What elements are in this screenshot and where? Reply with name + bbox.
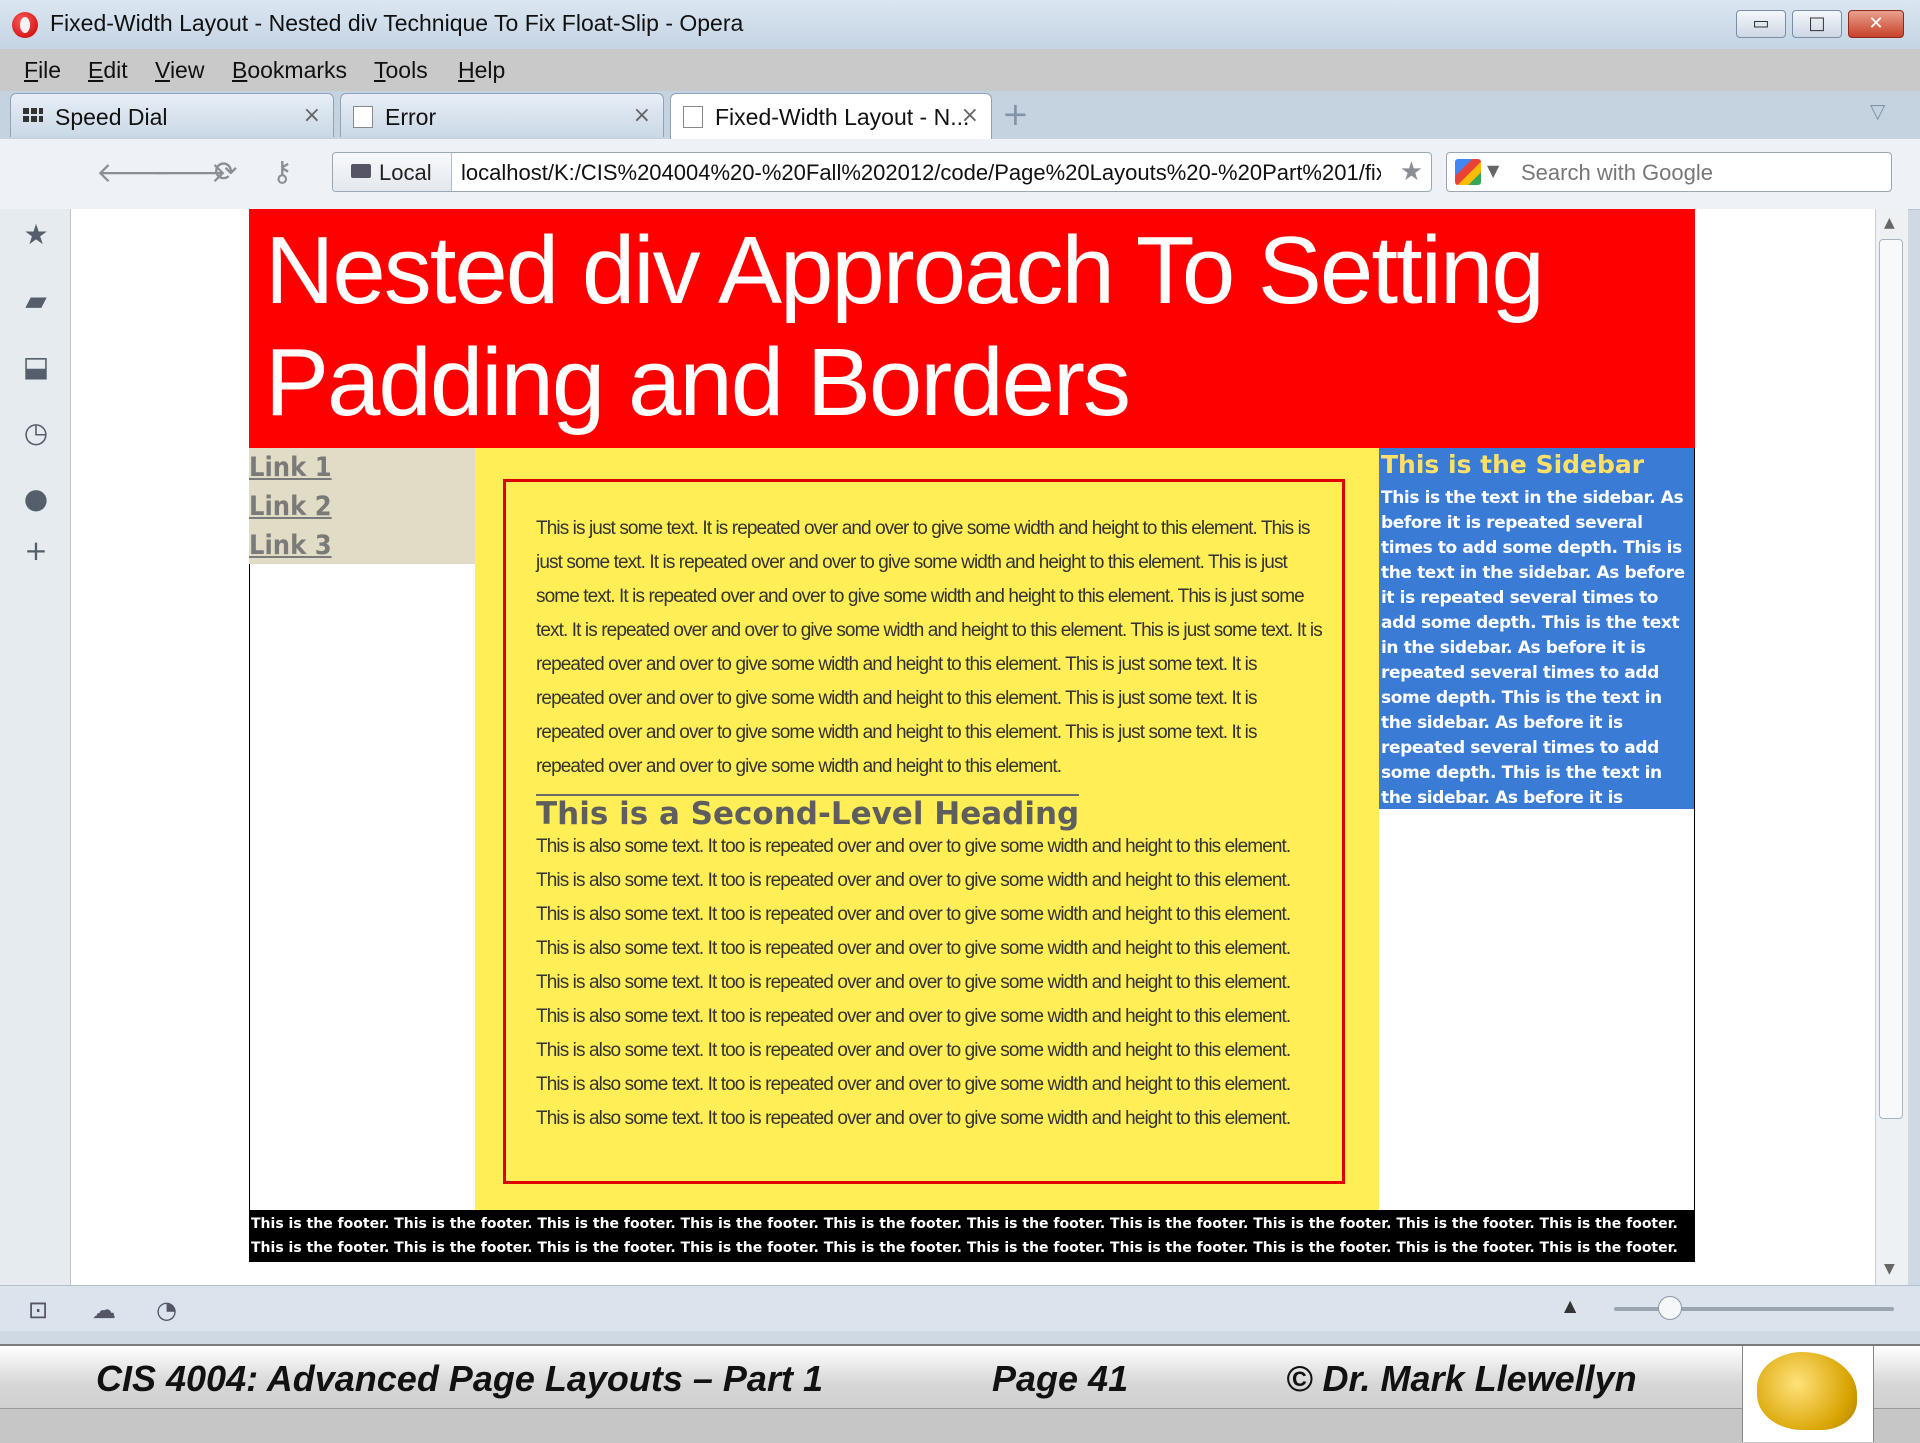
history-clock-icon[interactable]: ◷: [22, 419, 50, 447]
zoom-slider-knob[interactable]: [1658, 1296, 1682, 1320]
opera-logo-icon: [12, 12, 38, 38]
tab-close-icon[interactable]: ×: [633, 103, 651, 128]
tab-fixed-width-layout[interactable]: Fixed-Width Layout - N... ×: [670, 93, 992, 141]
minimize-button[interactable]: ▭: [1736, 10, 1786, 38]
tab-close-icon[interactable]: ×: [961, 103, 979, 128]
menu-edit[interactable]: Edit: [88, 57, 128, 84]
title-bar: Fixed-Width Layout - Nested div Techniqu…: [0, 0, 1920, 49]
tab-speed-dial[interactable]: Speed Dial ×: [10, 93, 334, 137]
new-tab-plus-icon[interactable]: +: [1002, 95, 1029, 133]
close-icon: ✕: [1868, 13, 1884, 34]
maximize-button[interactable]: □: [1792, 10, 1842, 38]
chevron-down-icon[interactable]: ▼: [1487, 161, 1499, 180]
sidebar-text: This is the text in the sidebar. As befo…: [1381, 488, 1685, 858]
cloud-icon[interactable]: ☁: [92, 1296, 116, 1324]
page-number: Page 41: [992, 1358, 1129, 1399]
slide-footer-band: [0, 1408, 1920, 1443]
search-field[interactable]: ▼ Search with Google: [1446, 152, 1892, 192]
notes-icon[interactable]: ▰: [22, 287, 50, 315]
menu-view[interactable]: View: [155, 57, 204, 84]
key-icon[interactable]: ⚷: [272, 155, 293, 188]
tab-bar: Speed Dial × Error × Fixed-Width Layout …: [0, 91, 1920, 141]
page-header: Nested div Approach To Setting Padding a…: [249, 209, 1695, 448]
window-title: Fixed-Width Layout - Nested div Techniqu…: [50, 10, 744, 36]
status-up-arrow-icon[interactable]: ▲: [1564, 1296, 1576, 1315]
content-paragraph-2: This is also some text. It too is repeat…: [536, 836, 1291, 1129]
menu-tools[interactable]: Tools: [374, 57, 428, 84]
content-inner-box: This is just some text. It is repeated o…: [503, 479, 1345, 1184]
nav-column: Link 1 Link 2 Link 3: [249, 448, 475, 564]
page-footer: This is the footer. This is the footer. …: [249, 1210, 1695, 1262]
close-button[interactable]: ✕: [1848, 10, 1904, 38]
minimize-icon: ▭: [1752, 13, 1770, 34]
side-panel: ★ ▰ ⬓ ◷ ● +: [0, 209, 71, 1285]
author-credit: © Dr. Mark Llewellyn: [1286, 1358, 1637, 1399]
bookmarks-star-icon[interactable]: ★: [22, 221, 50, 249]
slide-footer: CIS 4004: Advanced Page Layouts – Part 1…: [0, 1344, 1920, 1443]
tab-error[interactable]: Error ×: [340, 93, 664, 137]
status-bar: ⊡ ☁ ◔ ▲: [0, 1285, 1920, 1331]
second-level-heading: This is a Second-Level Heading: [536, 794, 1080, 832]
url-text[interactable]: localhost/K:/CIS%204004%20-%20Fall%20201…: [461, 160, 1381, 186]
pegasus-icon: [1757, 1352, 1857, 1430]
tab-label: Fixed-Width Layout - N...: [715, 104, 970, 130]
speed-dial-grid-icon: [23, 106, 43, 128]
sidebar-title: This is the Sidebar: [1381, 450, 1645, 479]
address-toolbar: 🡐 🡒 ⟳ ⚷ Local localhost/K:/CIS%204004%20…: [0, 139, 1920, 210]
menu-help[interactable]: Help: [458, 57, 505, 84]
scrollbar-thumb[interactable]: [1879, 239, 1903, 1119]
panel-toggle-icon[interactable]: ⊡: [28, 1296, 48, 1324]
layout-right-border: [1694, 448, 1695, 1210]
sidebar: This is the Sidebar This is the text in …: [1379, 448, 1695, 858]
page-heading: Nested div Approach To Setting Padding a…: [265, 217, 1545, 436]
add-panel-plus-icon[interactable]: +: [22, 537, 50, 565]
scroll-down-arrow-icon[interactable]: ▼: [1884, 1261, 1895, 1277]
nav-link-2[interactable]: Link 2: [249, 487, 475, 526]
bookmark-star-icon[interactable]: ★: [1400, 157, 1423, 187]
downloads-icon[interactable]: ⬓: [22, 353, 50, 381]
vertical-scrollbar[interactable]: ▲ ▼: [1875, 209, 1908, 1285]
tab-label: Speed Dial: [55, 104, 168, 130]
local-badge[interactable]: Local: [333, 153, 452, 191]
monitor-icon: [351, 164, 371, 178]
zoom-slider[interactable]: [1614, 1307, 1894, 1311]
info-icon[interactable]: ●: [22, 485, 50, 513]
address-bar[interactable]: Local localhost/K:/CIS%204004%20-%20Fall…: [332, 152, 1432, 192]
page-icon: [683, 106, 703, 128]
maximize-icon: □: [1808, 13, 1826, 34]
nav-link-1[interactable]: Link 1: [249, 448, 475, 487]
course-title: CIS 4004: Advanced Page Layouts – Part 1: [96, 1358, 823, 1399]
reload-icon[interactable]: ⟳: [214, 155, 237, 188]
nav-link-3[interactable]: Link 3: [249, 526, 475, 565]
tab-label: Error: [385, 104, 437, 130]
search-placeholder: Search with Google: [1521, 160, 1713, 185]
browser-window: Fixed-Width Layout - Nested div Techniqu…: [0, 0, 1920, 1344]
menu-file[interactable]: File: [24, 57, 61, 84]
speed-dial-gauge-icon[interactable]: ◔: [156, 1296, 177, 1324]
page-viewport: Nested div Approach To Setting Padding a…: [71, 209, 1875, 1285]
local-label: Local: [379, 160, 432, 185]
tab-menu-chevron-icon[interactable]: ▽: [1870, 99, 1885, 123]
menu-bar: File Edit View Bookmarks Tools Help: [0, 49, 1920, 91]
ucf-pegasus-logo: [1742, 1346, 1874, 1442]
scroll-up-arrow-icon[interactable]: ▲: [1884, 215, 1895, 231]
content-paragraph-1: This is just some text. It is repeated o…: [536, 518, 1323, 777]
google-icon[interactable]: [1455, 159, 1481, 185]
menu-bookmarks[interactable]: Bookmarks: [232, 57, 347, 84]
tab-close-icon[interactable]: ×: [303, 103, 321, 128]
page-icon: [353, 106, 373, 128]
layout-left-border: [249, 564, 250, 1210]
